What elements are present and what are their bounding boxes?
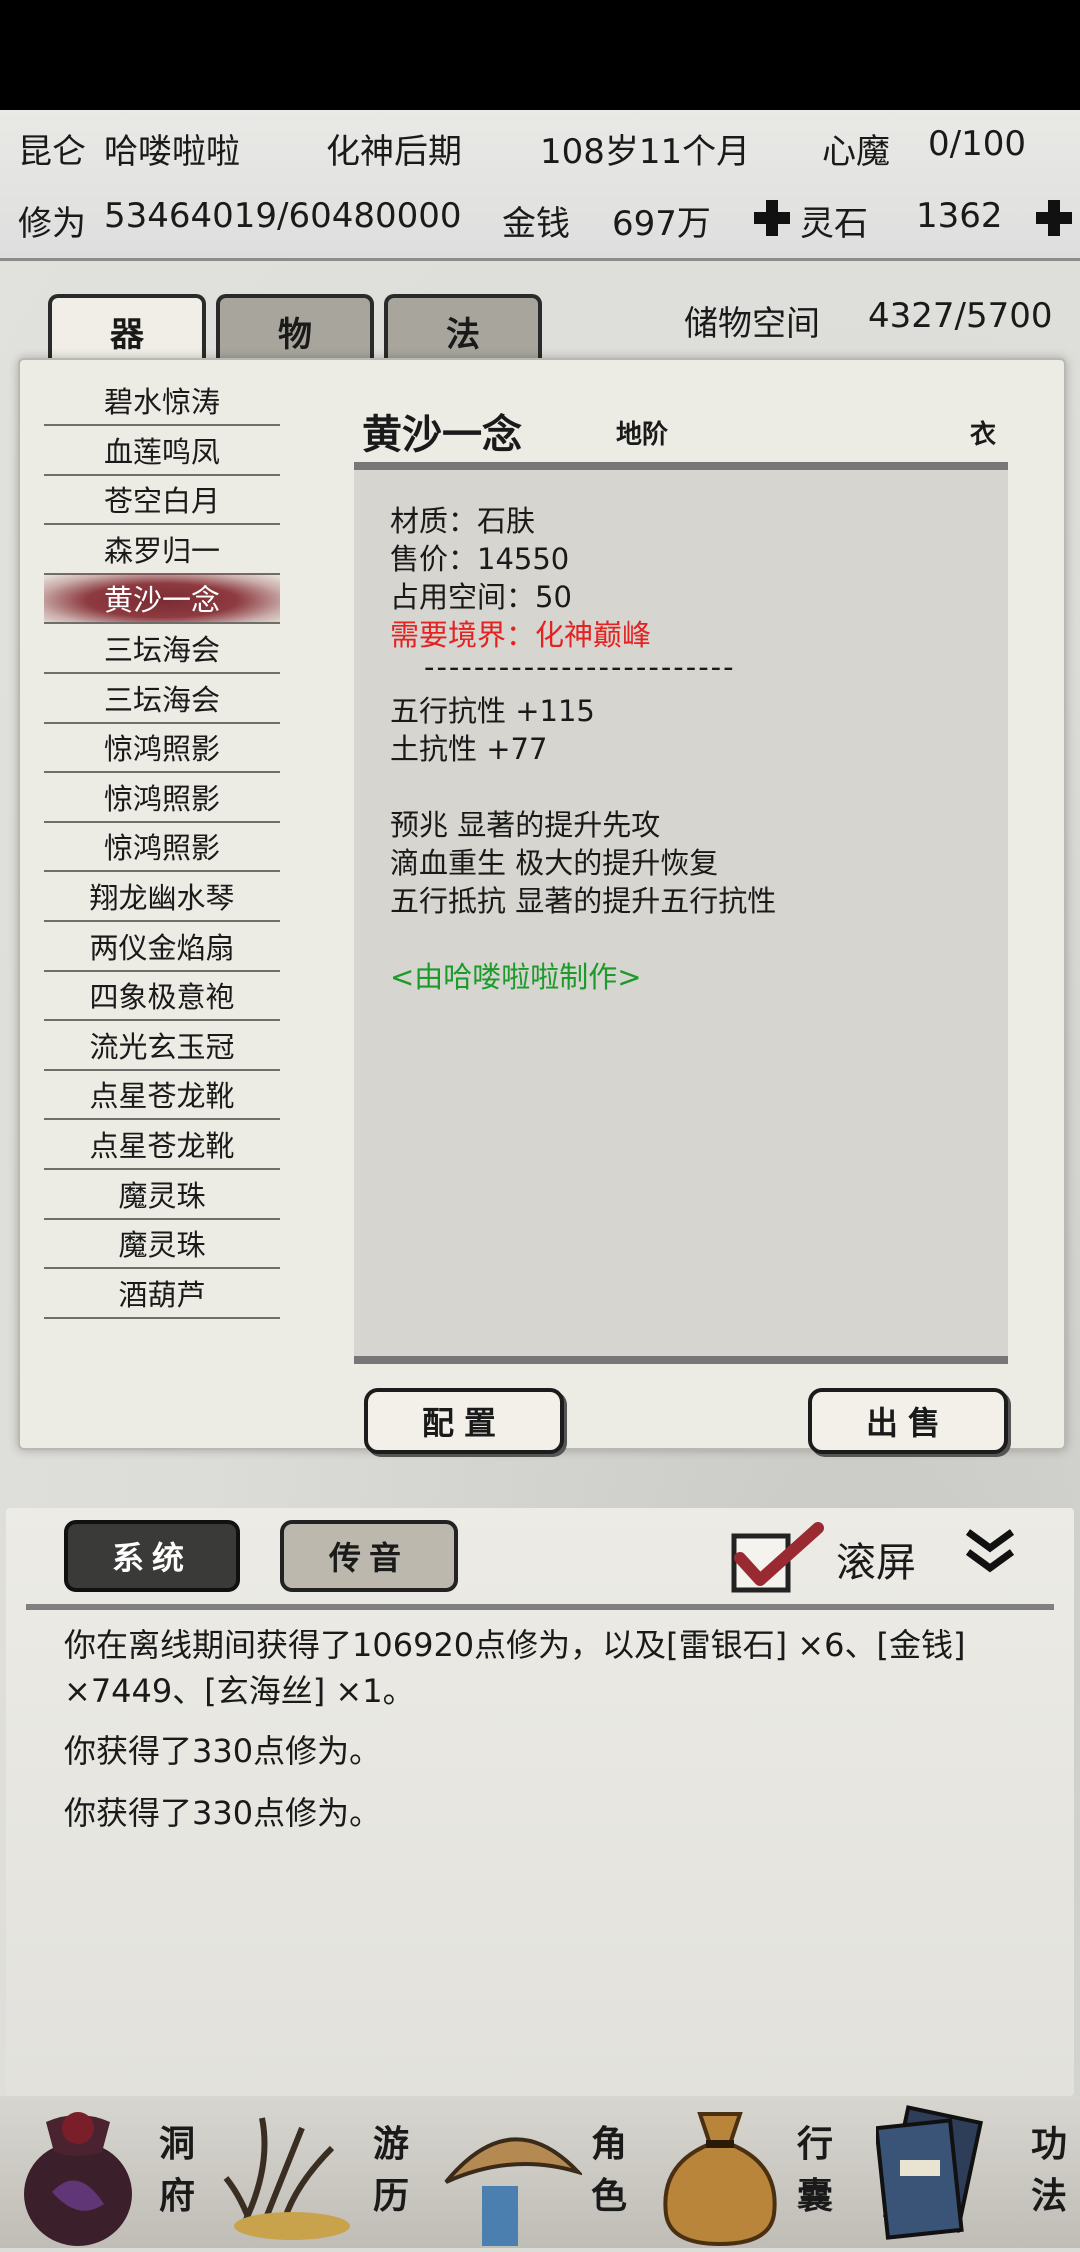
item-list-entry[interactable]: 惊鸿照影 [44,822,280,872]
item-stat-earth: 土抗性 +77 [390,732,548,766]
scroll-book-icon [874,2104,986,2244]
item-title: 黄沙一念 [362,411,522,458]
cultivation-value: 53464019/60480000 [104,196,462,236]
sect-name: 昆仑 [18,132,86,172]
item-list-entry[interactable]: 碧水惊涛 [44,376,280,426]
log-line: 你获得了330点修为。 [64,1794,382,1832]
item-list-entry[interactable]: 魔灵珠 [44,1170,280,1220]
tab-techniques[interactable]: 法 [384,294,542,364]
log-divider [26,1604,1054,1610]
item-list-entry[interactable]: 惊鸿照影 [44,773,280,823]
money-label: 金钱 [502,204,570,244]
spirit-stone-value: 1362 [916,196,1003,236]
nav-character[interactable]: 角色 [428,2098,642,2248]
add-spirit-stone-icon[interactable] [1034,198,1074,238]
age-text: 108岁11个月 [540,132,751,172]
storage-value: 4327/5700 [868,296,1053,336]
heart-demon-label: 心魔 [822,132,890,172]
tab-system[interactable]: 系统 [64,1520,240,1592]
tab-equipment[interactable]: 器 [48,294,206,364]
nav-travel[interactable]: 游历 [214,2098,428,2248]
item-effect-1: 预兆 显著的提升先攻 [390,808,661,842]
tab-items[interactable]: 物 [216,294,374,364]
nav-cave-label: 洞府 [158,2123,195,2217]
character-name: 哈喽啦啦 [104,132,240,172]
item-list-entry[interactable]: 流光玄玉冠 [44,1021,280,1071]
detail-divider: ------------------------- [424,650,736,684]
pouch-icon [650,2104,790,2248]
item-list-entry[interactable]: 两仪金焰扇 [44,922,280,972]
nav-bag-label: 行囊 [796,2123,833,2217]
realm-text: 化神后期 [326,132,462,172]
cave-bag-icon [18,2104,138,2248]
item-list-entry[interactable]: 苍空白月 [44,475,280,525]
item-space: 占用空间：50 [390,580,572,614]
grass-icon [222,2108,362,2248]
nav-cave[interactable]: 洞府 [0,2098,214,2248]
item-material: 材质：石肤 [390,504,536,538]
status-bar [0,0,1080,110]
nav-travel-label: 游历 [372,2123,409,2217]
auto-scroll-label: 滚屏 [836,1540,916,1586]
item-price: 售价：14550 [390,542,570,576]
item-list-entry[interactable]: 酒葫芦 [44,1269,280,1319]
log-line: 你获得了330点修为。 [64,1732,382,1770]
item-effect-3: 五行抵抗 显著的提升五行抗性 [390,884,777,918]
item-list-entry[interactable]: 惊鸿照影 [44,723,280,773]
storage-label: 储物空间 [684,304,820,344]
item-requirement: 需要境界：化神巅峰 [390,618,652,652]
straw-hat-icon [442,2112,585,2248]
add-money-icon[interactable] [752,198,792,238]
nav-techniques[interactable]: 功法 [856,2098,1080,2248]
item-list-entry[interactable]: 魔灵珠 [44,1219,280,1269]
item-list-entry-selected[interactable]: 黄沙一念 [44,574,280,624]
equip-button[interactable]: 配置 [364,1388,564,1454]
auto-scroll-checkbox[interactable] [730,1522,824,1594]
money-value: 697万 [612,204,711,244]
cultivation-label: 修为 [18,204,86,244]
tab-whisper[interactable]: 传音 [280,1520,458,1592]
nav-character-label: 角色 [590,2123,627,2217]
log-line: 你在离线期间获得了106920点修为，以及[雷银石] ×6、[金钱] ×7449… [64,1626,966,1710]
item-crafter: <由哈喽啦啦制作> [390,960,642,994]
item-grade: 地阶 [616,420,669,450]
spirit-stone-label: 灵石 [800,204,868,244]
item-list-entry[interactable]: 三坛海会 [44,674,280,724]
item-stat-elemental: 五行抗性 +115 [390,694,595,728]
nav-techniques-label: 功法 [1030,2123,1067,2217]
item-list-entry[interactable]: 三坛海会 [44,624,280,674]
item-list-entry[interactable]: 血莲鸣凤 [44,426,280,476]
item-list-entry[interactable]: 森罗归一 [44,525,280,575]
item-slot: 衣 [970,420,997,450]
nav-bag[interactable]: 行囊 [642,2098,856,2248]
item-list-entry[interactable]: 点星苍龙靴 [44,1120,280,1170]
sell-button[interactable]: 出售 [808,1388,1008,1454]
heart-demon-value: 0/100 [928,124,1026,164]
collapse-chevron-icon[interactable] [962,1526,1018,1576]
item-list-entry[interactable]: 点星苍龙靴 [44,1070,280,1120]
item-list-entry[interactable]: 四象极意袍 [44,971,280,1021]
item-effect-2: 滴血重生 极大的提升恢复 [390,846,719,880]
item-list-entry[interactable]: 翔龙幽水琴 [44,872,280,922]
